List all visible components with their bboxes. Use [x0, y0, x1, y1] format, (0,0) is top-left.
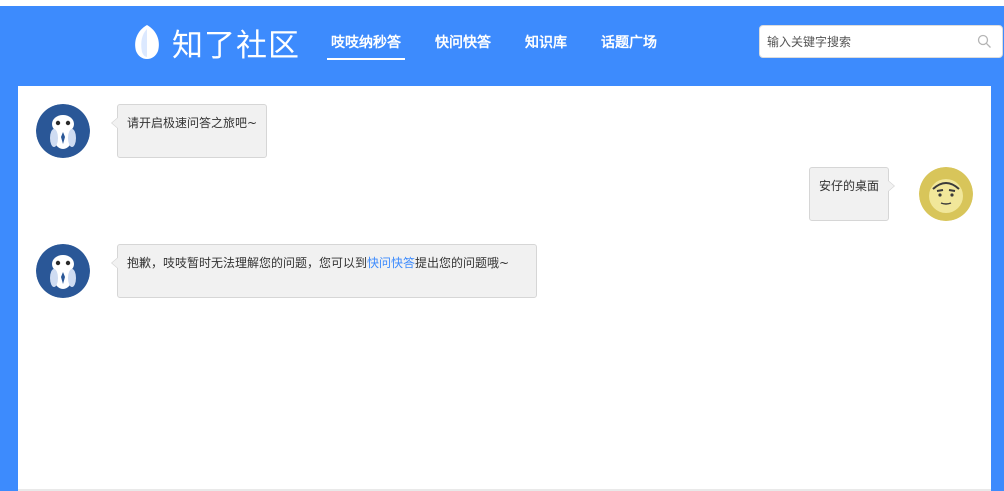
logo[interactable]: 知了社区 [130, 22, 300, 64]
bot-avatar-icon [36, 104, 90, 158]
left-border [0, 86, 18, 491]
main-nav: 吱吱纳秒答 快问快答 知识库 话题广场 [327, 30, 687, 60]
header-bar: 知了社区 吱吱纳秒答 快问快答 知识库 话题广场 [0, 6, 1004, 86]
message-text: 请开启极速问答之旅吧~ [127, 116, 258, 130]
bot-message-bubble: 抱歉，吱吱暂时无法理解您的问题，您可以到快问快答提出您的问题哦~ [111, 244, 537, 298]
nav-item-quick-qa[interactable]: 快问快答 [431, 30, 495, 60]
user-message-bubble: 安仔的桌面 [809, 167, 896, 221]
user-avatar-icon [919, 167, 973, 221]
app-window: 知了社区 吱吱纳秒答 快问快答 知识库 话题广场 输入关键字搜索 请开启极速问答… [0, 0, 1004, 491]
right-border [991, 86, 1004, 491]
nav-item-topic-square[interactable]: 话题广场 [597, 30, 661, 60]
bot-message-bubble: 请开启极速问答之旅吧~ [110, 104, 268, 158]
nav-item-knowledge-base[interactable]: 知识库 [521, 30, 571, 60]
logo-text: 知了社区 [172, 27, 300, 64]
search-icon[interactable] [977, 34, 992, 49]
quick-qa-link[interactable]: 快问快答 [367, 256, 415, 270]
search-box [759, 25, 1003, 58]
user-avatar [919, 167, 973, 221]
bot-avatar [36, 244, 90, 298]
search-input[interactable] [760, 26, 965, 57]
cicada-logo-icon [135, 25, 159, 59]
message-text: 安仔的桌面 [819, 179, 880, 193]
message-text-before: 抱歉，吱吱暂时无法理解您的问题，您可以到 [127, 256, 368, 270]
message-text-after: 提出您的问题哦~ [415, 256, 510, 270]
bot-avatar-icon [36, 244, 90, 298]
nav-item-zhizhi-answer[interactable]: 吱吱纳秒答 [327, 30, 405, 60]
bot-avatar [36, 104, 90, 158]
